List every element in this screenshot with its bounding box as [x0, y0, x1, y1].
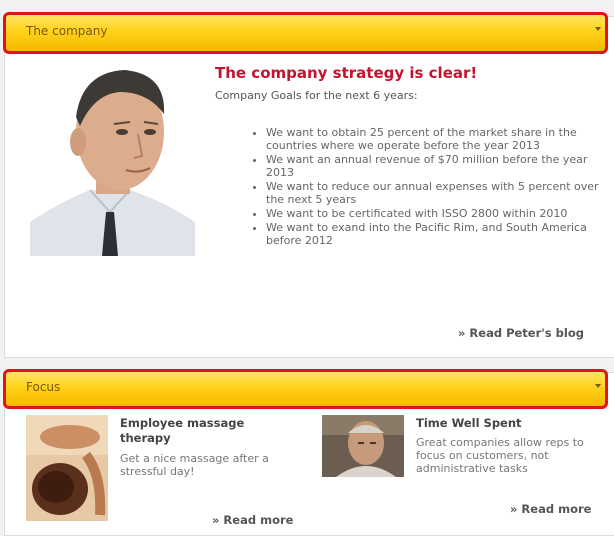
list-item: We want to exand into the Pacific Rim, a… [266, 221, 614, 247]
list-item: We want to obtain 25 percent of the mark… [266, 126, 614, 152]
goals-list: We want to obtain 25 percent of the mark… [248, 126, 614, 248]
read-peters-blog-link[interactable]: » Read Peter's blog [458, 326, 584, 340]
list-item: We want an annual revenue of $70 million… [266, 153, 614, 179]
chevron-down-icon[interactable] [595, 384, 601, 388]
company-section-header[interactable]: The company [3, 12, 608, 54]
card-title[interactable]: Time Well Spent [416, 416, 596, 431]
time-well-spent-thumbnail[interactable] [322, 415, 404, 477]
massage-thumbnail[interactable] [26, 415, 108, 521]
list-item: We want to reduce our annual expenses wi… [266, 180, 614, 206]
focus-section-title: Focus [26, 380, 61, 394]
executive-portrait [30, 62, 195, 256]
card-title[interactable]: Employee massage therapy [120, 416, 290, 446]
goals-intro: Company Goals for the next 6 years: [215, 89, 418, 102]
card-description: Great companies allow reps to focus on c… [416, 436, 584, 475]
company-section-title: The company [26, 24, 108, 38]
card-description: Get a nice massage after a stressful day… [120, 452, 269, 478]
list-item: We want to be certificated with ISSO 280… [266, 207, 614, 220]
read-more-link[interactable]: » Read more [212, 513, 293, 527]
focus-section-header[interactable]: Focus [3, 369, 608, 409]
read-more-link[interactable]: » Read more [510, 502, 591, 516]
chevron-down-icon[interactable] [595, 27, 601, 31]
page-title: The company strategy is clear! [215, 64, 478, 82]
